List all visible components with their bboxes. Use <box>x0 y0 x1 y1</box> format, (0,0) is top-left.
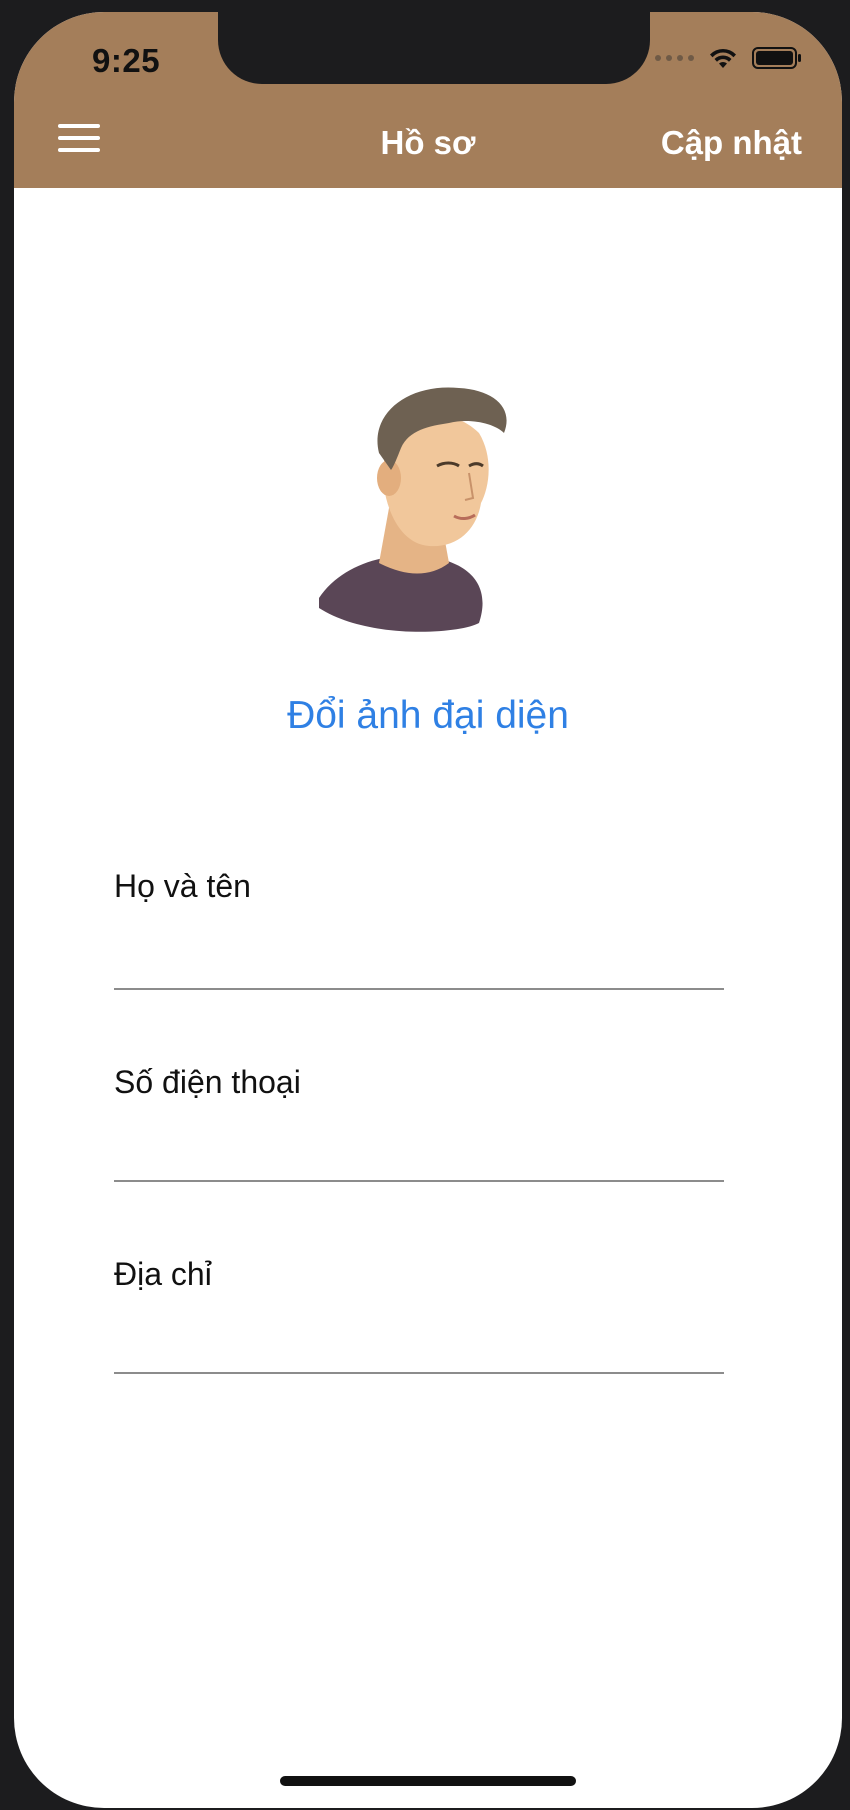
change-avatar-link[interactable]: Đổi ảnh đại diện <box>14 694 842 738</box>
home-indicator[interactable] <box>280 1776 576 1786</box>
wifi-icon <box>710 48 736 68</box>
signal-dots-icon <box>655 55 694 61</box>
battery-icon <box>752 47 801 69</box>
status-icons <box>655 46 802 70</box>
phone-label: Số điện thoại <box>114 1064 301 1100</box>
full-name-field[interactable]: Họ và tên <box>114 868 724 998</box>
update-button[interactable]: Cập nhật <box>661 124 802 162</box>
address-label: Địa chỉ <box>114 1256 212 1292</box>
phone-underline <box>114 1180 724 1182</box>
device-notch <box>218 12 650 84</box>
full-name-underline <box>114 988 724 990</box>
full-name-label: Họ và tên <box>114 868 251 904</box>
address-field[interactable]: Địa chỉ <box>114 1256 724 1386</box>
header-bar: 9:25 Hồ sơ Cập nhật <box>14 12 842 188</box>
phone-field[interactable]: Số điện thoại <box>114 1064 724 1194</box>
address-underline <box>114 1372 724 1374</box>
phone-screen: 9:25 Hồ sơ Cập nhật Đổi ảnh đại diện Họ … <box>14 12 842 1808</box>
status-time: 9:25 <box>92 42 161 79</box>
avatar[interactable] <box>309 378 549 638</box>
